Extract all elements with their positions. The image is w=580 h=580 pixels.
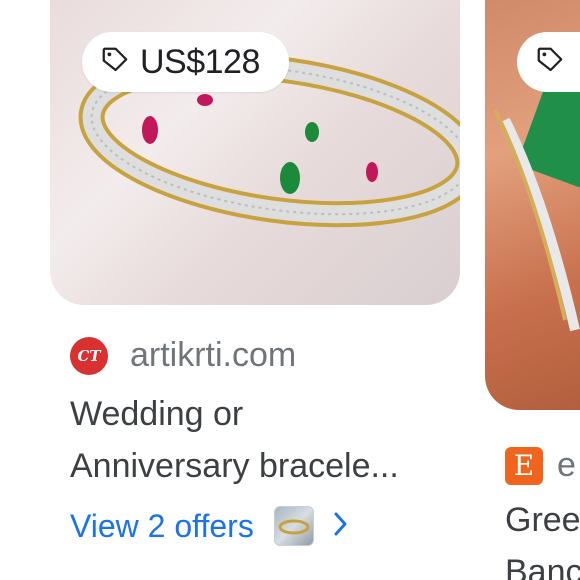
title-line[interactable]: Anniversary bracele...: [70, 440, 465, 492]
product-card[interactable]: US$128 CT artikrti.com Wedding or Annive…: [0, 0, 475, 580]
title-line[interactable]: Wedding or: [70, 388, 465, 440]
product-title[interactable]: Wedding or Anniversary bracele...: [70, 388, 465, 492]
tag-icon: [535, 45, 565, 80]
source-name[interactable]: e: [557, 446, 576, 485]
title-line[interactable]: Gree: [505, 494, 580, 546]
source-logo: CT: [70, 336, 108, 375]
price-text: US$128: [140, 42, 260, 81]
price-badge: US$128: [82, 32, 289, 92]
source-row[interactable]: E e: [505, 446, 576, 485]
chevron-right-icon[interactable]: [332, 510, 350, 543]
price-badge: [517, 32, 580, 92]
title-line[interactable]: Banc: [505, 546, 580, 580]
offer-thumbnail: [273, 506, 314, 546]
view-offers-link[interactable]: View 2 offers: [70, 506, 350, 546]
source-name[interactable]: artikrti.com: [130, 336, 296, 375]
tag-icon: [100, 45, 130, 80]
offers-label[interactable]: View 2 offers: [70, 508, 254, 545]
product-card[interactable]: E e Gree Banc: [485, 0, 580, 580]
source-row[interactable]: CT artikrti.com: [70, 336, 296, 375]
product-title[interactable]: Gree Banc: [505, 494, 580, 580]
source-logo: E: [505, 446, 543, 485]
